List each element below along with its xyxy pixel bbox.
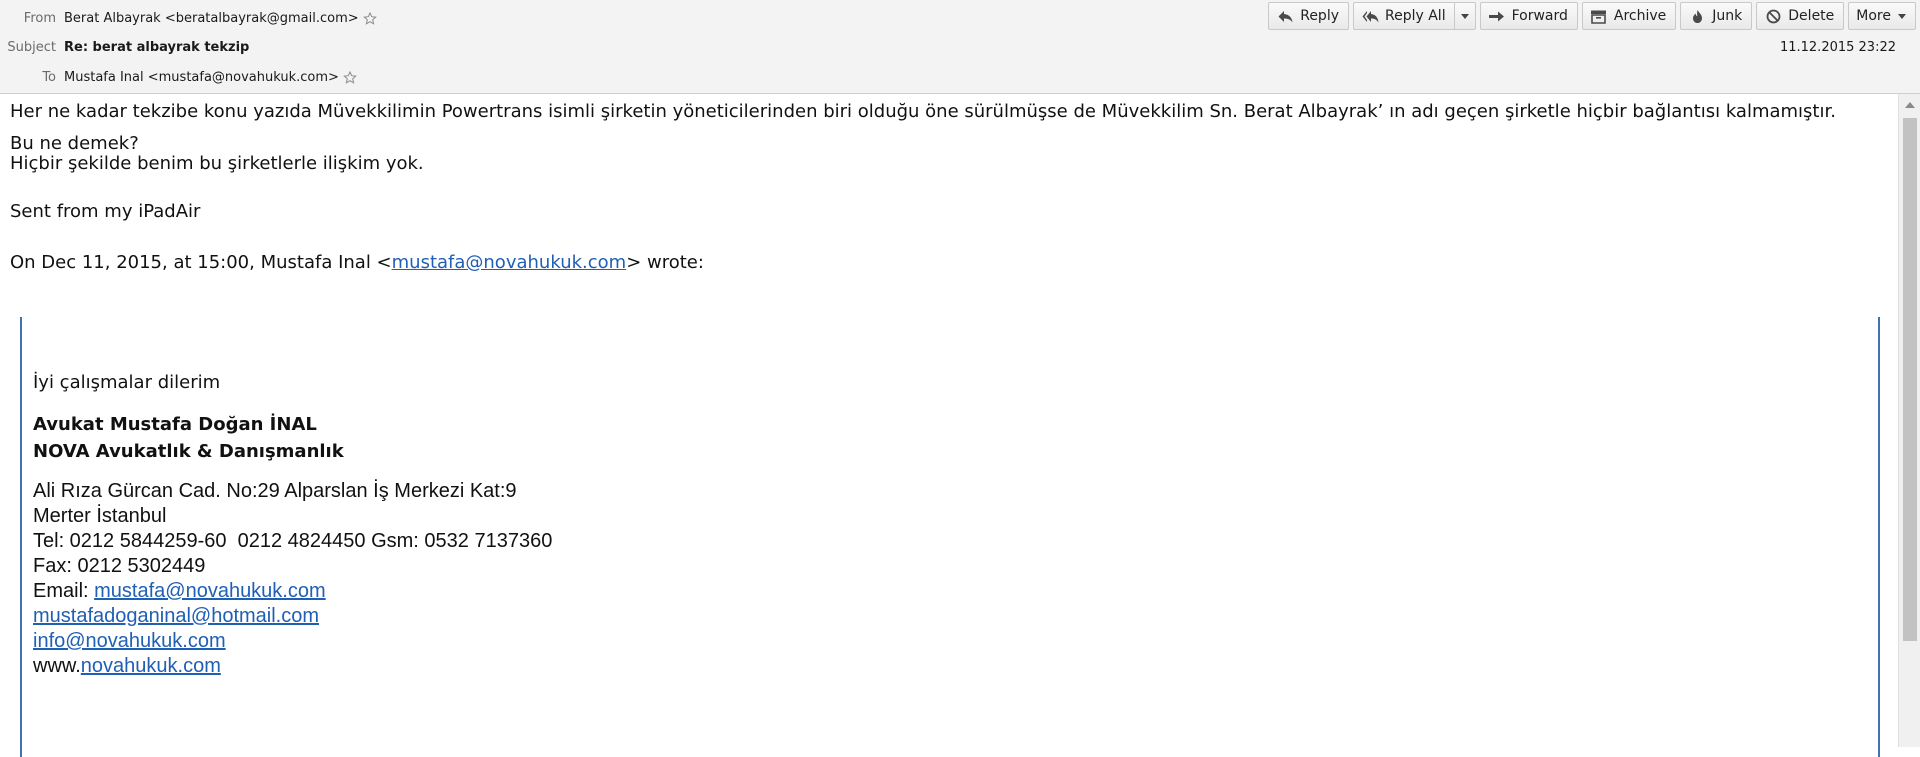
www-prefix: www. bbox=[33, 655, 81, 677]
email-link[interactable]: info@novahukuk.com bbox=[33, 630, 226, 652]
signature-company: NOVA Avukatlık & Danışmanlık bbox=[33, 441, 344, 462]
junk-icon bbox=[1688, 8, 1706, 24]
email-label: Email: bbox=[33, 580, 95, 602]
from-row: From Berat Albayrak <beratalbayrak@gmail… bbox=[0, 11, 377, 26]
to-row: To Mustafa Inal <mustafa@novahukuk.com> bbox=[0, 70, 357, 85]
junk-label: Junk bbox=[1712, 8, 1743, 24]
delete-label: Delete bbox=[1788, 8, 1835, 24]
scroll-up-arrow-icon[interactable] bbox=[1905, 102, 1915, 108]
junk-button[interactable]: Junk bbox=[1680, 2, 1753, 30]
attribution-email-link[interactable]: mustafa@novahukuk.com bbox=[392, 252, 627, 273]
message-header: From Berat Albayrak <beratalbayrak@gmail… bbox=[0, 0, 1920, 94]
attribution-text: > wrote: bbox=[626, 252, 704, 273]
message-toolbar: Reply Reply All Forward Archive Junk Del… bbox=[1268, 2, 1916, 30]
more-button[interactable]: More bbox=[1848, 2, 1916, 30]
subject-label: Subject bbox=[7, 40, 56, 55]
attribution-text: On Dec 11, 2015, at 15:00, Mustafa Inal … bbox=[10, 252, 392, 273]
email-link[interactable]: mustafa@novahukuk.com bbox=[94, 580, 326, 602]
body-line: Bu ne demek? bbox=[10, 133, 139, 154]
signature-name: Avukat Mustafa Doğan İNAL bbox=[33, 414, 317, 435]
archive-label: Archive bbox=[1613, 8, 1667, 24]
chevron-down-icon bbox=[1460, 13, 1469, 19]
more-label: More bbox=[1856, 8, 1891, 24]
reply-icon bbox=[1276, 8, 1294, 24]
reply-button[interactable]: Reply bbox=[1268, 2, 1349, 30]
subject-value: Re: berat albayrak tekzip bbox=[64, 40, 250, 55]
vertical-scrollbar[interactable] bbox=[1898, 94, 1920, 747]
website-line: www.novahukuk.com bbox=[33, 654, 552, 679]
chevron-down-icon bbox=[1898, 13, 1906, 19]
message-date: 11.12.2015 23:22 bbox=[1779, 40, 1896, 55]
phone-line: Tel: 0212 5844259-60 0212 4824450 Gsm: 0… bbox=[33, 530, 553, 552]
address-line: Ali Rıza Gürcan Cad. No:29 Alparslan İş … bbox=[33, 480, 517, 502]
reply-label: Reply bbox=[1300, 8, 1339, 24]
subject-row: Subject Re: berat albayrak tekzip bbox=[0, 40, 249, 55]
reply-all-label: Reply All bbox=[1385, 8, 1446, 24]
email-line: info@novahukuk.com bbox=[33, 629, 552, 654]
star-icon[interactable] bbox=[362, 11, 377, 26]
email-link[interactable]: mustafadoganinal@hotmail.com bbox=[33, 605, 319, 627]
forward-button[interactable]: Forward bbox=[1479, 2, 1578, 30]
body-line: Her ne kadar tekzibe konu yazıda Müvekki… bbox=[10, 101, 1836, 122]
message-body: Her ne kadar tekzibe konu yazıda Müvekki… bbox=[10, 100, 1890, 274]
fax-line: Fax: 0212 5302449 bbox=[33, 555, 206, 577]
delete-icon bbox=[1764, 8, 1782, 24]
archive-icon bbox=[1590, 8, 1608, 24]
forward-icon bbox=[1488, 8, 1506, 24]
email-line: Email: mustafa@novahukuk.com bbox=[33, 579, 552, 604]
quote-attribution: On Dec 11, 2015, at 15:00, Mustafa Inal … bbox=[10, 251, 1890, 274]
website-link[interactable]: novahukuk.com bbox=[81, 655, 221, 677]
from-value[interactable]: Berat Albayrak <beratalbayrak@gmail.com> bbox=[64, 11, 359, 26]
star-icon[interactable] bbox=[343, 70, 357, 85]
archive-button[interactable]: Archive bbox=[1581, 2, 1677, 30]
email-line: mustafadoganinal@hotmail.com bbox=[33, 604, 552, 629]
to-value[interactable]: Mustafa Inal <mustafa@novahukuk.com> bbox=[64, 70, 339, 85]
forward-label: Forward bbox=[1511, 8, 1568, 24]
address-line: Merter İstanbul bbox=[33, 505, 167, 527]
reply-all-icon bbox=[1361, 8, 1379, 24]
quote-greeting: İyi çalışmalar dilerim bbox=[33, 372, 221, 393]
reply-all-button[interactable]: Reply All bbox=[1353, 2, 1476, 30]
body-line: Hiçbir şekilde benim bu şirketlerle iliş… bbox=[10, 153, 424, 174]
from-label: From bbox=[23, 11, 56, 26]
scrollbar-thumb[interactable] bbox=[1903, 118, 1917, 641]
to-label: To bbox=[42, 70, 56, 85]
signature-line: Sent from my iPadAir bbox=[10, 201, 201, 222]
quoted-message: İyi çalışmalar dilerim Avukat Mustafa Do… bbox=[20, 317, 1880, 757]
reply-all-dropdown[interactable] bbox=[1453, 3, 1475, 29]
delete-button[interactable]: Delete bbox=[1756, 2, 1845, 30]
